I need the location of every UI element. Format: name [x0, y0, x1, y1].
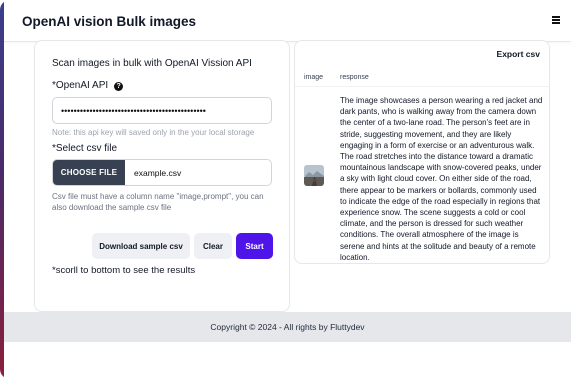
api-key-input[interactable] [52, 97, 272, 124]
api-key-note: Note: this api key will saved only in th… [52, 128, 255, 137]
hamburger-menu-icon[interactable] [552, 16, 560, 24]
start-button[interactable]: Start [236, 233, 273, 259]
footer: Copyright © 2024 - All rights by Fluttyd… [4, 312, 571, 342]
table-header-divider [295, 86, 549, 87]
csv-label: *Select csv file [52, 143, 118, 154]
app-title: OpenAI vision Bulk images [22, 14, 197, 29]
scroll-hint: *scorll to bottom to see the results [52, 265, 196, 276]
choose-file-button[interactable]: CHOOSE FILE [53, 160, 125, 185]
copyright-text: Copyright © 2024 - All rights by Fluttyd… [210, 322, 365, 332]
question-circle-icon[interactable]: ? [114, 82, 124, 91]
api-label-row: *OpenAI API? [52, 80, 124, 91]
app-window: OpenAI vision Bulk images Scan images in… [0, 0, 571, 379]
column-header-image: image [304, 74, 324, 81]
scan-form-card: Scan images in bulk with OpenAI Vission … [34, 40, 290, 312]
app-header: OpenAI vision Bulk images [4, 0, 571, 42]
road-thumbnail-image[interactable] [304, 165, 324, 186]
clear-button[interactable]: Clear [194, 233, 232, 259]
column-header-response: response [340, 74, 369, 81]
csv-file-input[interactable]: CHOOSE FILE example.csv [52, 159, 272, 186]
form-title: Scan images in bulk with OpenAI Vission … [52, 58, 252, 69]
response-text: The image showcases a person wearing a r… [340, 96, 543, 262]
selected-file-name: example.csv [134, 167, 182, 178]
api-label: *OpenAI API [52, 80, 109, 91]
results-card: Export csv image response The image show… [294, 40, 550, 264]
csv-format-note: Csv file must have a column name "image,… [52, 192, 264, 212]
download-sample-csv-button[interactable]: Download sample csv [92, 233, 190, 259]
export-csv-button[interactable]: Export csv [497, 49, 540, 59]
